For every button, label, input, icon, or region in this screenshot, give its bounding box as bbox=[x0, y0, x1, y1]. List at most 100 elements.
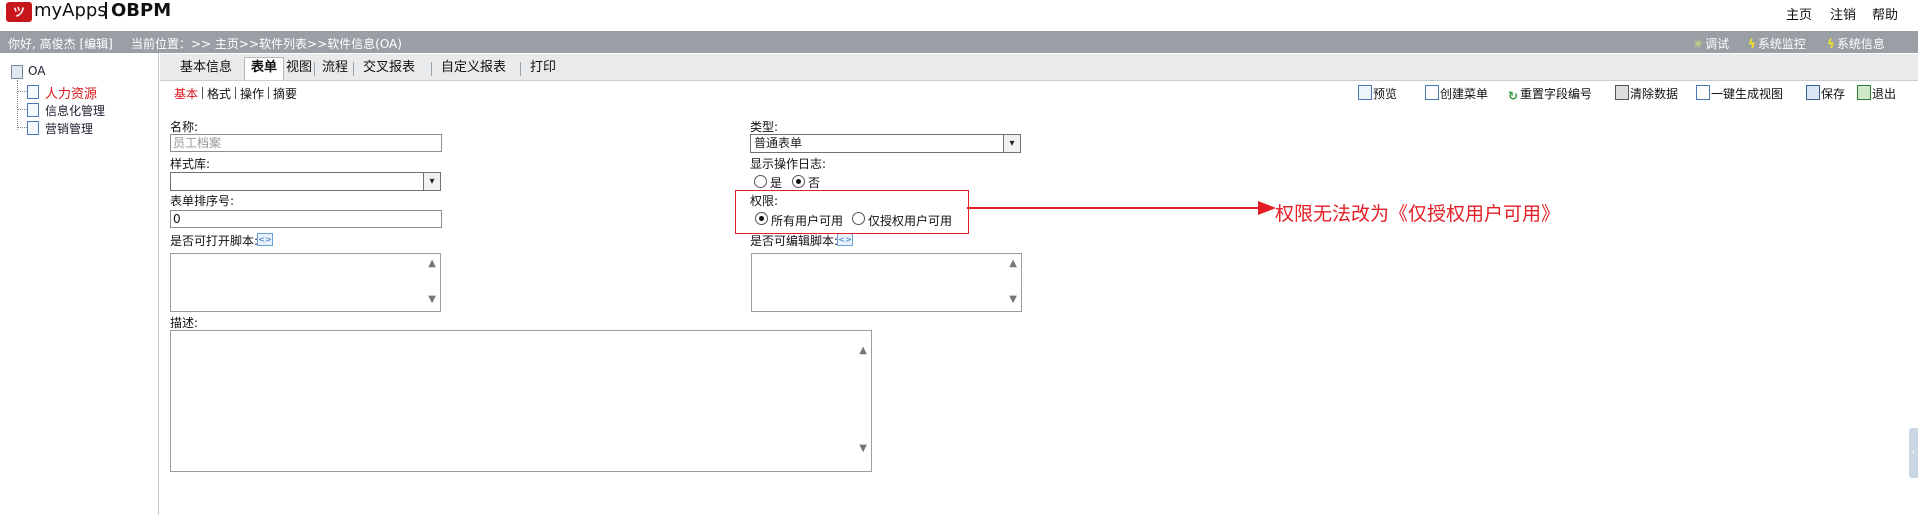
tab-basic-info[interactable]: 基本信息 bbox=[174, 58, 238, 78]
info-bar: 你好, 高俊杰 [编辑] 当前位置：>> 主页>>软件列表>>软件信息(OA) … bbox=[0, 31, 1918, 53]
exit-button[interactable]: 退出 bbox=[1857, 85, 1896, 102]
logout-link[interactable]: 注销 bbox=[1830, 4, 1856, 23]
tree-root-oa[interactable]: OA bbox=[28, 64, 45, 78]
main-tabs: 基本信息 表单 视图 流程 交叉报表 自定义报表 打印 bbox=[160, 54, 1918, 81]
debug-tool[interactable]: ✳ 调试 bbox=[1693, 35, 1729, 52]
app-name: myApps bbox=[34, 0, 107, 21]
tab-view[interactable]: 视图 bbox=[280, 58, 318, 78]
page-icon bbox=[27, 103, 39, 117]
app-logo-icon: ツ bbox=[6, 2, 32, 22]
system-info-label: 系统信息 bbox=[1836, 37, 1885, 51]
exit-label: 退出 bbox=[1872, 87, 1897, 101]
name-label: 名称: bbox=[170, 120, 199, 134]
top-header: ツ myApps OBPM 主页 注销 帮助 bbox=[0, 0, 1918, 30]
scroll-up-icon[interactable]: ▲ bbox=[1009, 258, 1017, 269]
scroll-up-icon[interactable]: ▲ bbox=[428, 258, 436, 269]
page-icon bbox=[27, 121, 39, 135]
log-no-radio[interactable] bbox=[792, 175, 805, 188]
open-script-textarea[interactable]: ▲ ▼ bbox=[170, 253, 441, 312]
type-select[interactable]: 普通表单 ▾ bbox=[750, 134, 1021, 153]
lightning-icon: ϟ bbox=[1748, 37, 1756, 51]
edit-icon bbox=[1696, 85, 1710, 100]
tab-workflow[interactable]: 流程 bbox=[316, 58, 354, 78]
create-menu-label: 创建菜单 bbox=[1440, 87, 1489, 101]
save-icon bbox=[1806, 85, 1820, 100]
tab-crosstab-report[interactable]: 交叉报表 bbox=[357, 58, 421, 78]
system-monitor-tool[interactable]: ϟ 系统监控 bbox=[1748, 35, 1806, 52]
log-yes-label: 是 bbox=[770, 176, 783, 190]
database-icon bbox=[11, 65, 23, 79]
debug-label: 调试 bbox=[1705, 37, 1730, 51]
tab-print[interactable]: 打印 bbox=[524, 58, 562, 78]
exit-icon bbox=[1857, 85, 1871, 100]
form-order-label: 表单排序号: bbox=[170, 194, 235, 208]
description-label: 描述: bbox=[170, 316, 199, 330]
style-library-label: 样式库: bbox=[170, 157, 211, 171]
tab-form[interactable]: 表单 bbox=[244, 57, 285, 80]
tree-connector bbox=[17, 127, 27, 128]
tab-divider bbox=[314, 62, 315, 76]
scroll-down-icon[interactable]: ▼ bbox=[859, 443, 867, 454]
preview-icon bbox=[1358, 85, 1372, 100]
preview-button[interactable]: 预览 bbox=[1358, 85, 1397, 102]
scroll-down-icon[interactable]: ▼ bbox=[428, 294, 436, 305]
lightning-icon: ϟ bbox=[1827, 37, 1835, 51]
help-link[interactable]: 帮助 bbox=[1872, 4, 1898, 23]
tree-item-hr[interactable]: 人力资源 bbox=[45, 83, 97, 102]
description-textarea[interactable]: ▲ ▼ bbox=[170, 330, 872, 472]
tree-connector bbox=[17, 109, 27, 110]
home-link[interactable]: 主页 bbox=[1786, 4, 1812, 23]
collapse-handle-icon[interactable]: ‹ bbox=[1909, 428, 1918, 478]
system-info-tool[interactable]: ϟ 系统信息 bbox=[1827, 35, 1885, 52]
generate-view-button[interactable]: 一键生成视图 bbox=[1696, 85, 1783, 102]
log-yes-radio[interactable] bbox=[754, 175, 767, 188]
log-no-label: 否 bbox=[808, 176, 821, 190]
subtab-basic[interactable]: 基本 bbox=[174, 85, 198, 102]
subtab-summary[interactable]: 摘要 bbox=[273, 85, 297, 102]
subtab-operation[interactable]: 操作 bbox=[240, 85, 264, 102]
reset-field-number-button[interactable]: ↻ 重置字段编号 bbox=[1507, 85, 1592, 103]
annotation-highlight-box bbox=[735, 190, 969, 234]
name-input[interactable]: 员工档案 bbox=[170, 134, 442, 152]
tree-connector bbox=[17, 80, 18, 130]
chevron-down-icon[interactable]: ▾ bbox=[1003, 135, 1020, 152]
tab-divider bbox=[431, 62, 432, 76]
scroll-up-icon[interactable]: ▲ bbox=[859, 345, 867, 356]
script-editor-icon[interactable]: <> bbox=[837, 233, 853, 246]
style-library-select[interactable]: ▾ bbox=[170, 172, 441, 191]
debug-icon: ✳ bbox=[1693, 37, 1704, 51]
page-icon bbox=[27, 85, 39, 99]
tree-item-it-management[interactable]: 信息化管理 bbox=[45, 102, 105, 119]
save-label: 保存 bbox=[1821, 87, 1846, 101]
refresh-icon: ↻ bbox=[1507, 89, 1519, 103]
type-value: 普通表单 bbox=[754, 136, 803, 150]
scroll-down-icon[interactable]: ▼ bbox=[1009, 294, 1017, 305]
create-menu-button[interactable]: 创建菜单 bbox=[1425, 85, 1488, 102]
trash-icon bbox=[1615, 85, 1629, 100]
clear-data-button[interactable]: 清除数据 bbox=[1615, 85, 1678, 102]
breadcrumb: 当前位置：>> 主页>>软件列表>>软件信息(OA) bbox=[131, 37, 402, 51]
annotation-text: 权限无法改为《仅授权用户可用》 bbox=[1275, 203, 1561, 225]
annotation-arrow-line bbox=[967, 207, 1259, 209]
script-editor-icon[interactable]: <> bbox=[257, 233, 273, 246]
form-order-input[interactable]: 0 bbox=[170, 210, 442, 228]
save-button[interactable]: 保存 bbox=[1806, 85, 1845, 102]
tab-divider bbox=[353, 62, 354, 76]
new-page-icon bbox=[1425, 85, 1439, 100]
edit-script-textarea[interactable]: ▲ ▼ bbox=[751, 253, 1022, 312]
tree-connector bbox=[17, 91, 27, 92]
product-name: OBPM bbox=[111, 0, 172, 21]
tab-custom-report[interactable]: 自定义报表 bbox=[435, 58, 512, 78]
system-monitor-label: 系统监控 bbox=[1757, 37, 1806, 51]
tree-item-marketing[interactable]: 营销管理 bbox=[45, 120, 93, 137]
preview-label: 预览 bbox=[1373, 87, 1398, 101]
open-script-label: 是否可打开脚本: bbox=[170, 234, 259, 248]
subtab-format[interactable]: 格式 bbox=[207, 85, 231, 102]
tab-divider bbox=[520, 62, 521, 76]
edit-script-label: 是否可编辑脚本: bbox=[750, 234, 839, 248]
chevron-down-icon[interactable]: ▾ bbox=[423, 173, 440, 190]
annotation-arrow-icon bbox=[1258, 201, 1276, 215]
logo-divider bbox=[105, 2, 107, 19]
greeting-text[interactable]: 你好, 高俊杰 [编辑] bbox=[8, 35, 113, 52]
generate-view-label: 一键生成视图 bbox=[1711, 87, 1784, 101]
